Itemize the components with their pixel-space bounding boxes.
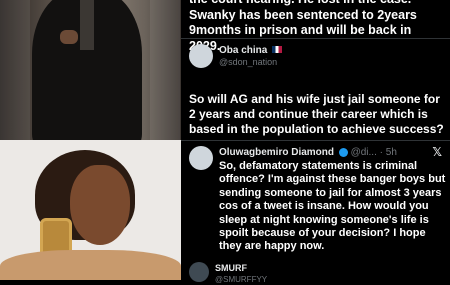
divider: [181, 140, 450, 141]
x-logo-icon: 𝕏: [432, 145, 442, 159]
avatar[interactable]: [189, 44, 213, 68]
verified-badge-icon: [338, 147, 348, 157]
tweet1-header[interactable]: Oba china @sdon_nation: [189, 44, 283, 68]
tweet3-display-name: SMURF: [215, 263, 247, 273]
avatar[interactable]: [189, 146, 213, 170]
us-flag-icon: [272, 46, 283, 54]
tweet1-handle: @sdon_nation: [219, 56, 278, 67]
tweet1-text: So will AG and his wife just jail someon…: [189, 92, 444, 136]
avatar[interactable]: [189, 262, 209, 282]
tweet2-time: 5h: [385, 147, 397, 158]
woman-portrait-photo: [0, 140, 181, 280]
tweet2-text: So, defamatory statements is criminal of…: [219, 160, 446, 253]
tweet1-display-name: Oba china: [219, 44, 268, 56]
tweets-panel: the court hearing. He lost in the case. …: [181, 0, 450, 284]
man-in-suit-photo: [0, 0, 181, 140]
tweet2-handle: @di...: [350, 147, 377, 158]
tweet2-display-name: Oluwagbemiro Diamond: [219, 147, 335, 158]
divider: [181, 38, 450, 39]
tweet3[interactable]: SMURF @SMURFFYY: [189, 262, 267, 285]
photo-collage: [0, 0, 181, 280]
